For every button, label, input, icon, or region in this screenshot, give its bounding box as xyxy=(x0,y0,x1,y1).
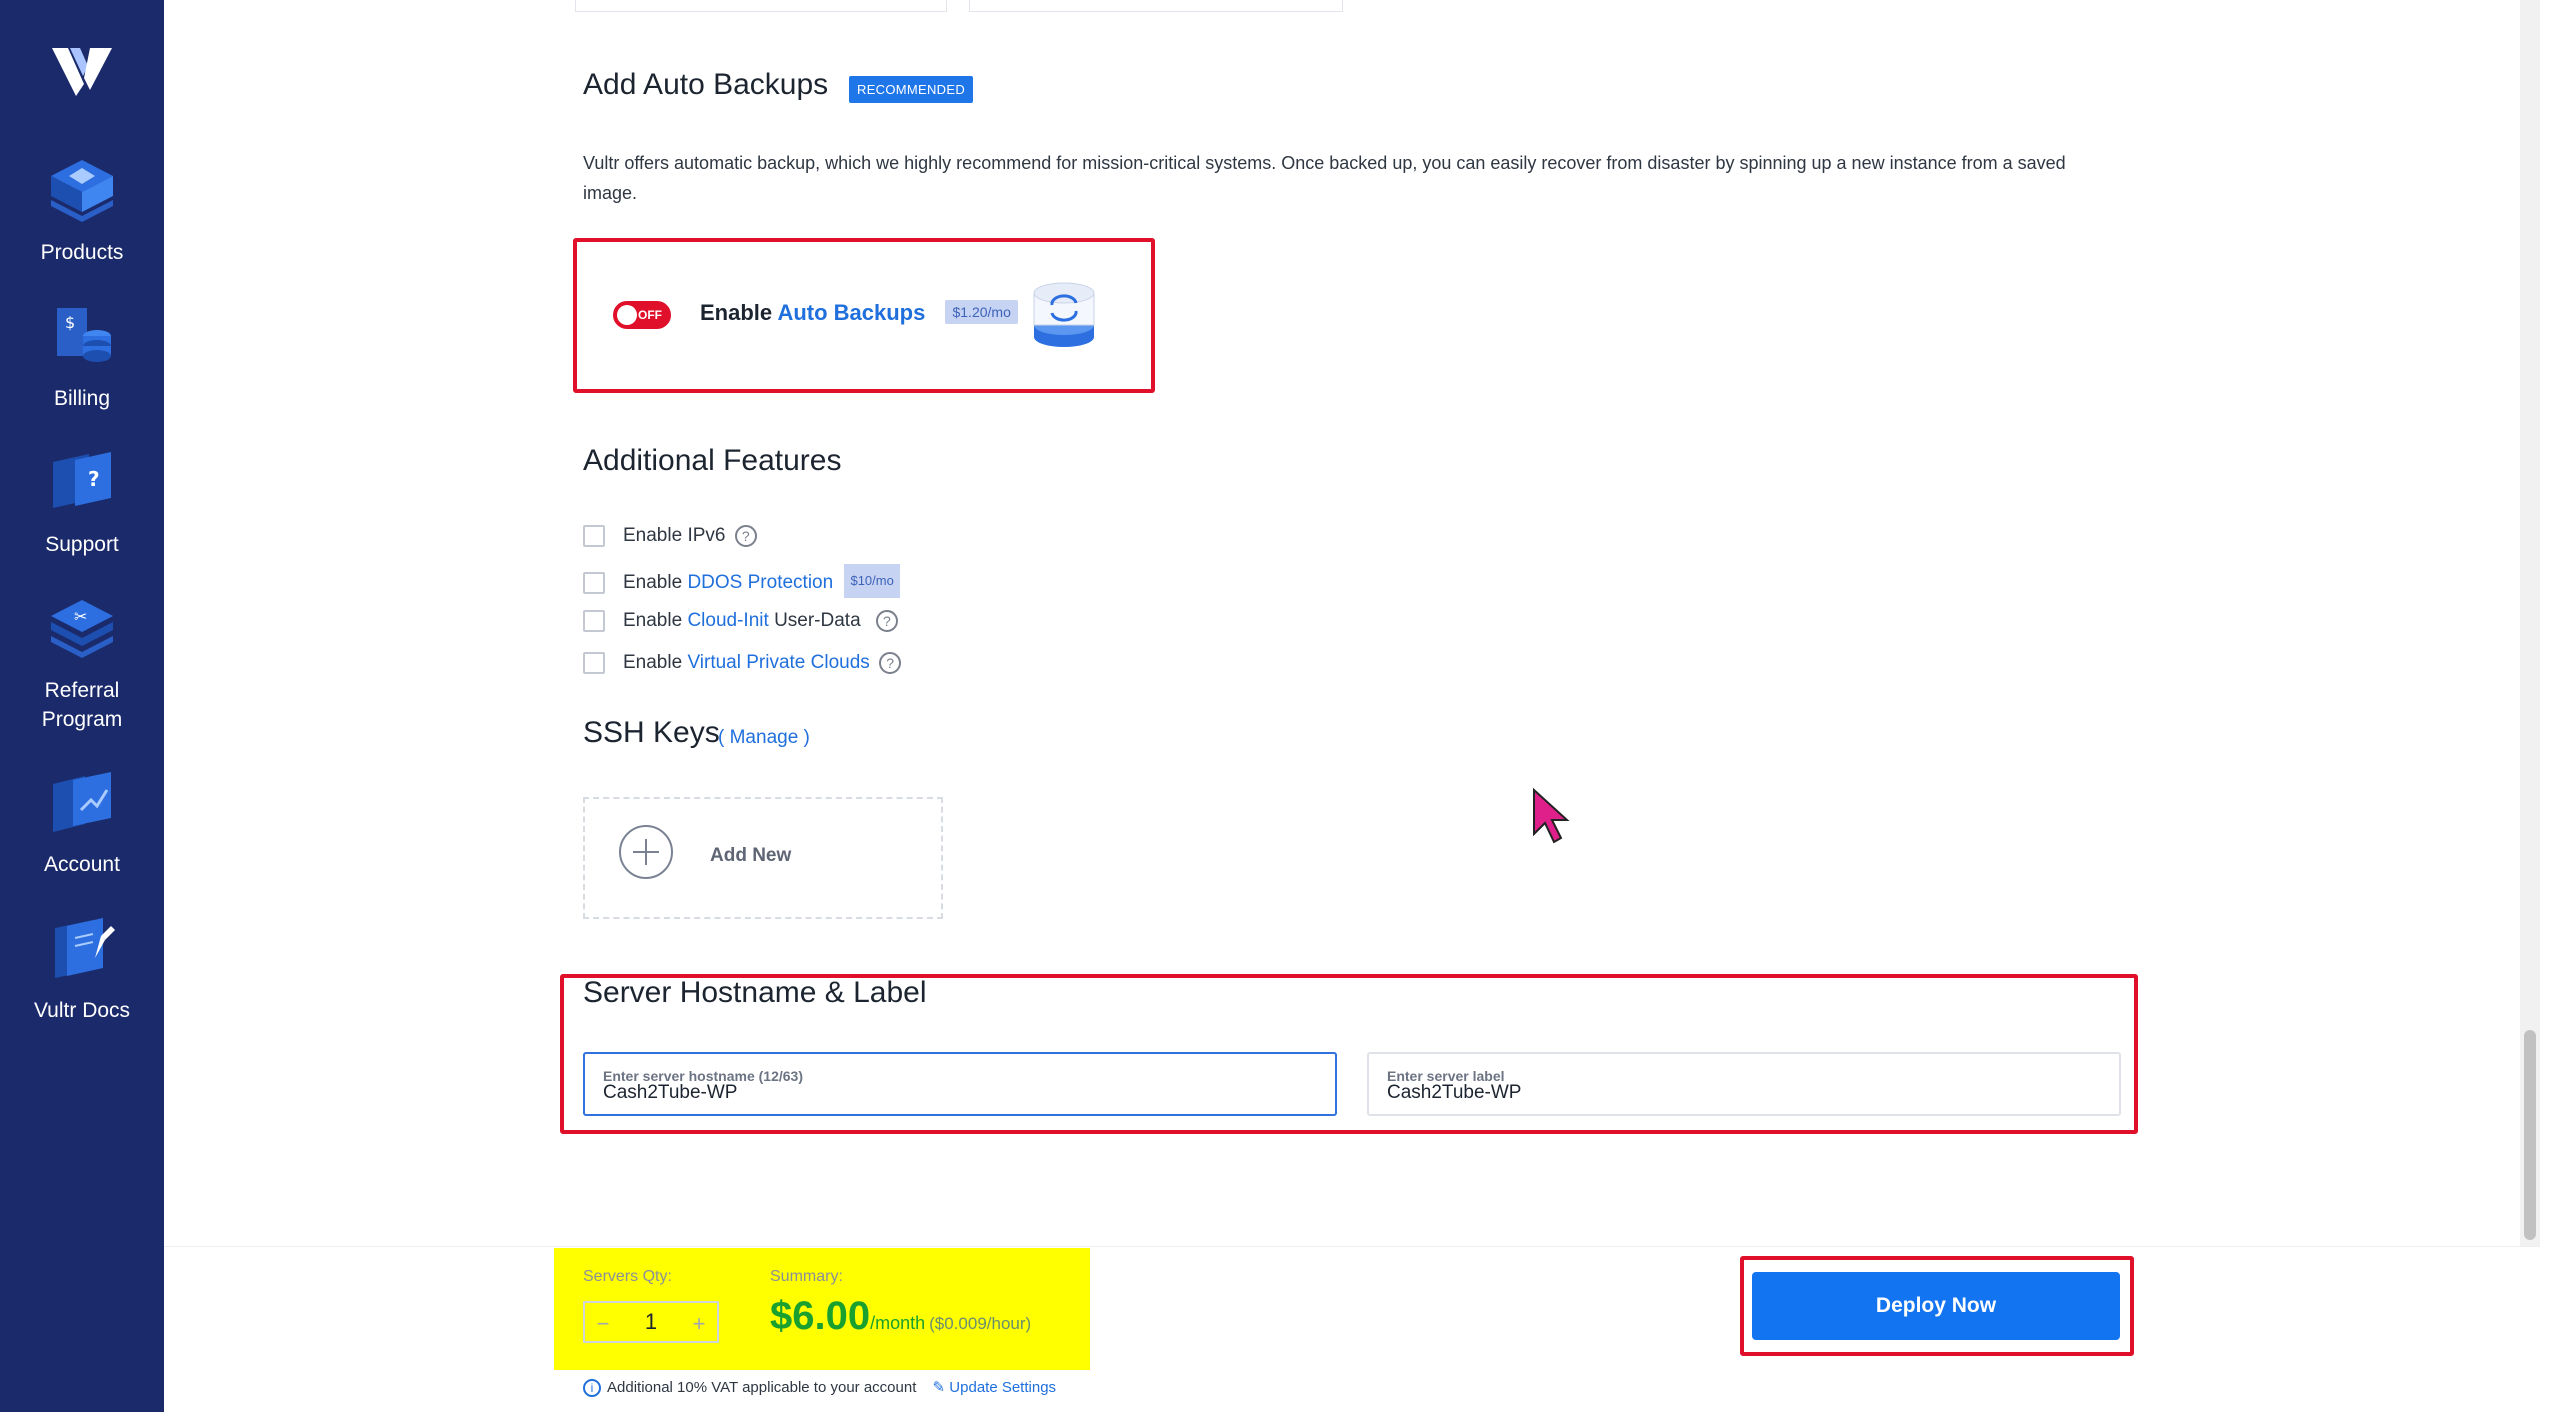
sidebar: Products $ Billing ? Support ✂ Referral P… xyxy=(0,0,164,1412)
sidebar-item-label: Products xyxy=(40,241,124,264)
label-field[interactable]: Enter server label xyxy=(1367,1052,2121,1116)
ddos-protection-link[interactable]: DDOS Protection xyxy=(687,572,833,593)
toggle-state-label: OFF xyxy=(638,308,662,322)
enable-prefix: Enable xyxy=(700,300,773,325)
previous-option-box[interactable] xyxy=(575,0,947,12)
sidebar-item-label: Support xyxy=(45,533,119,556)
feature-label: Enable xyxy=(623,652,683,673)
feature-ipv6: Enable IPv6 ? xyxy=(583,522,757,550)
info-icon: i xyxy=(583,1379,601,1398)
ddos-checkbox[interactable] xyxy=(583,571,605,594)
cloud-init-checkbox[interactable] xyxy=(583,609,605,632)
ssh-keys-title: SSH Keys xyxy=(583,716,720,749)
sidebar-item-label: Vultr Docs xyxy=(33,999,131,1022)
auto-backups-description: Vultr offers automatic backup, which we … xyxy=(583,153,2066,203)
price-period: /month xyxy=(870,1313,926,1333)
hostname-section-title: Server Hostname & Label xyxy=(583,976,927,1009)
page-scrollbar[interactable] xyxy=(2520,0,2540,1412)
sidebar-item-label: Account xyxy=(44,853,120,876)
qty-increment-button[interactable]: + xyxy=(685,1311,713,1337)
servers-qty-label: Servers Qty: xyxy=(583,1268,672,1285)
price-amount: $6.00 xyxy=(770,1294,871,1338)
mouse-cursor-icon xyxy=(1533,788,1570,844)
summary-label: Summary: xyxy=(770,1268,843,1285)
cloud-init-link[interactable]: Cloud-Init xyxy=(687,610,768,631)
ddos-price-badge: $10/mo xyxy=(844,564,900,598)
auto-backups-title: Add Auto Backups xyxy=(583,68,829,101)
sidebar-item-label: Billing xyxy=(53,387,111,410)
hostname-input[interactable] xyxy=(603,1082,1278,1104)
vpc-checkbox[interactable] xyxy=(583,651,605,674)
auto-backups-link[interactable]: Auto Backups xyxy=(777,300,925,325)
vpc-link[interactable]: Virtual Private Clouds xyxy=(687,652,869,673)
sidebar-item-label: Referral Program xyxy=(41,679,123,731)
sidebar-item-products[interactable]: Products xyxy=(0,156,164,267)
account-icon xyxy=(53,772,111,832)
referral-icon: ✂ xyxy=(51,600,113,658)
deploy-now-button[interactable]: Deploy Now xyxy=(1752,1272,2120,1340)
help-icon[interactable]: ? xyxy=(734,524,757,547)
add-new-label: Add New xyxy=(710,845,792,866)
feature-vpc: Enable Virtual Private Clouds ? xyxy=(583,649,902,677)
svg-text:?: ? xyxy=(88,467,100,491)
additional-features-title: Additional Features xyxy=(583,444,842,477)
qty-decrement-button[interactable]: − xyxy=(589,1311,617,1337)
price-summary: $6.00/month ($0.009/hour) xyxy=(770,1294,1031,1339)
main-content xyxy=(164,0,2540,1412)
vat-notice: i Additional 10% VAT applicable to your a… xyxy=(583,1378,1057,1398)
quantity-stepper: − 1 + xyxy=(583,1301,719,1343)
hourly-price: ($0.009/hour) xyxy=(929,1314,1032,1333)
footer-bar xyxy=(164,1246,2540,1412)
support-icon: ? xyxy=(53,452,111,508)
hostname-field[interactable]: Enter server hostname (12/63) xyxy=(583,1052,1337,1116)
recommended-badge: RECOMMENDED xyxy=(849,76,974,103)
auto-backups-enable-label: Enable Auto Backups $1.20/mo xyxy=(700,300,1018,326)
manage-ssh-keys-link[interactable]: ( Manage ) xyxy=(718,727,810,749)
ipv6-checkbox[interactable] xyxy=(583,524,605,547)
vat-text: Additional 10% VAT applicable to your ac… xyxy=(607,1379,917,1396)
feature-cloud-init: Enable Cloud-Init User-Data ? xyxy=(583,607,898,635)
sidebar-item-referral[interactable]: ✂ Referral Program xyxy=(0,594,164,734)
sidebar-item-billing[interactable]: $ Billing xyxy=(0,302,164,413)
sidebar-item-vultr-docs[interactable]: Vultr Docs xyxy=(0,914,164,1025)
backup-disk-icon xyxy=(1033,282,1095,347)
help-icon[interactable]: ? xyxy=(879,651,902,674)
feature-label: Enable IPv6 xyxy=(623,525,726,546)
sidebar-item-support[interactable]: ? Support xyxy=(0,448,164,559)
feature-label: Enable xyxy=(623,610,683,631)
previous-option-box[interactable] xyxy=(969,0,1343,12)
feature-suffix: User-Data xyxy=(774,610,861,631)
feature-label: Enable xyxy=(623,572,683,593)
svg-text:✂: ✂ xyxy=(74,607,87,626)
toggle-knob xyxy=(617,305,637,325)
update-settings-link[interactable]: ✎ Update Settings xyxy=(933,1379,1057,1396)
qty-value[interactable]: 1 xyxy=(623,1309,679,1335)
sidebar-item-account[interactable]: Account xyxy=(0,768,164,879)
scrollbar-thumb[interactable] xyxy=(2524,1030,2536,1240)
label-input[interactable] xyxy=(1387,1082,2062,1104)
products-icon xyxy=(51,160,113,222)
plus-icon xyxy=(619,825,673,879)
help-icon[interactable]: ? xyxy=(875,609,898,632)
docs-icon xyxy=(55,918,115,978)
svg-text:$: $ xyxy=(65,313,75,332)
vultr-logo[interactable] xyxy=(50,44,114,98)
auto-backups-toggle[interactable]: OFF xyxy=(613,301,671,329)
add-ssh-key-button[interactable]: Add New xyxy=(583,797,943,919)
auto-backups-price-badge: $1.20/mo xyxy=(945,300,1018,324)
billing-icon: $ xyxy=(57,308,111,362)
feature-ddos: Enable DDOS Protection $10/mo xyxy=(583,564,900,598)
